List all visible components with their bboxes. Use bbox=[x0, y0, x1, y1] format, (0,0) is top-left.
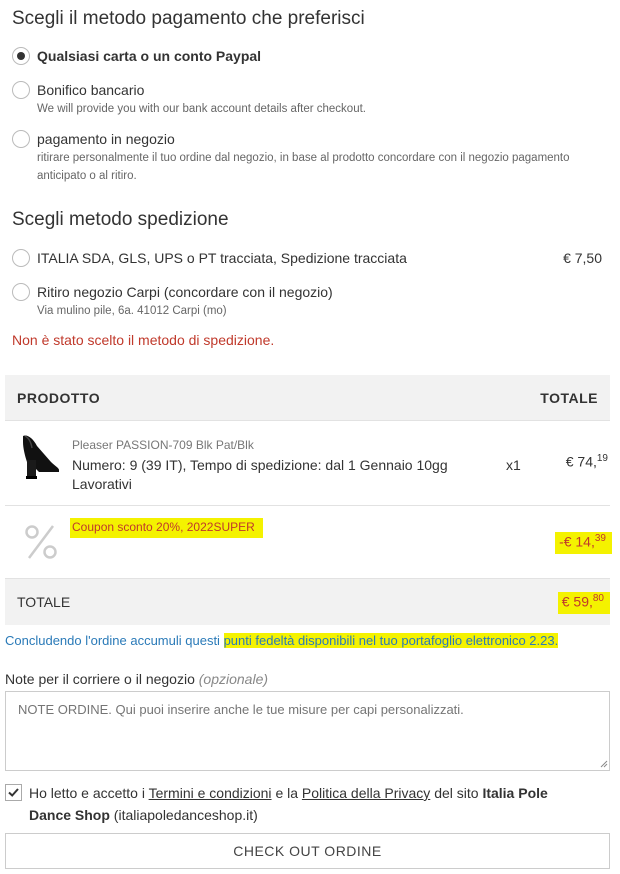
privacy-policy-link[interactable]: Politica della Privacy bbox=[302, 785, 430, 801]
coupon-label: Coupon sconto 20%, 2022SUPER bbox=[70, 518, 263, 538]
payment-radio-store[interactable] bbox=[12, 130, 30, 148]
payment-option-bank-desc: We will provide you with our bank accoun… bbox=[37, 103, 366, 115]
shipping-option-pickup-desc: Via mulino pile, 6a. 41012 Carpi (mo) bbox=[37, 305, 227, 317]
shipping-option-courier-price: € 7,50 bbox=[563, 250, 602, 266]
payment-option-store-label[interactable]: pagamento in negozio bbox=[37, 131, 175, 147]
shipping-option-pickup-label[interactable]: Ritiro negozio Carpi (concordare con il … bbox=[37, 284, 333, 300]
product-name[interactable]: Pleaser PASSION-709 Blk Pat/Blk bbox=[72, 438, 254, 452]
order-total-row bbox=[5, 579, 610, 625]
product-details: Numero: 9 (39 IT), Tempo di spedizione: … bbox=[72, 457, 448, 492]
order-total-label: TOTALE bbox=[17, 594, 71, 610]
shipping-error-message: Non è stato scelto il metodo di spedizio… bbox=[12, 332, 275, 348]
payment-option-bank-label[interactable]: Bonifico bancario bbox=[37, 82, 144, 98]
payment-option-card-label[interactable]: Qualsiasi carta o un conto Paypal bbox=[37, 48, 261, 64]
loyalty-points-notice: Concludendo l'ordine accumuli questi pun… bbox=[5, 633, 559, 648]
product-price: € 74,19 bbox=[565, 453, 608, 470]
product-thumbnail[interactable] bbox=[17, 432, 61, 480]
percent-icon bbox=[25, 525, 57, 559]
payment-option-store-desc: ritirare personalmente il tuo ordine dal… bbox=[37, 152, 570, 182]
shipping-option-courier-label[interactable]: ITALIA SDA, GLS, UPS o PT tracciata, Spe… bbox=[37, 250, 407, 266]
payment-radio-bank[interactable] bbox=[12, 81, 30, 99]
shipping-radio-pickup[interactable] bbox=[12, 283, 30, 301]
col-product-header: PRODOTTO bbox=[17, 390, 101, 406]
payment-radio-card[interactable] bbox=[12, 47, 30, 65]
shipping-radio-courier[interactable] bbox=[12, 249, 30, 267]
resize-grip-icon[interactable] bbox=[600, 760, 608, 768]
payment-title: Scegli il metodo pagamento che preferisc… bbox=[12, 8, 365, 29]
row-divider bbox=[5, 505, 610, 506]
checkout-button[interactable]: CHECK OUT ORDINE bbox=[5, 833, 610, 869]
terms-text: Ho letto e accetto i Termini e condizion… bbox=[29, 785, 548, 823]
order-notes-textarea[interactable] bbox=[5, 691, 610, 771]
coupon-discount: -€ 14,39 bbox=[555, 532, 612, 554]
order-total-price: € 59,80 bbox=[557, 592, 610, 614]
product-qty: x1 bbox=[506, 457, 521, 473]
notes-label: Note per il corriere o il negozio (opzio… bbox=[5, 671, 269, 687]
terms-conditions-link[interactable]: Termini e condizioni bbox=[149, 785, 272, 801]
shipping-title: Scegli metodo spedizione bbox=[12, 209, 229, 230]
checkmark-icon bbox=[8, 788, 19, 797]
terms-checkbox[interactable] bbox=[5, 784, 22, 801]
col-total-header: TOTALE bbox=[540, 390, 598, 406]
